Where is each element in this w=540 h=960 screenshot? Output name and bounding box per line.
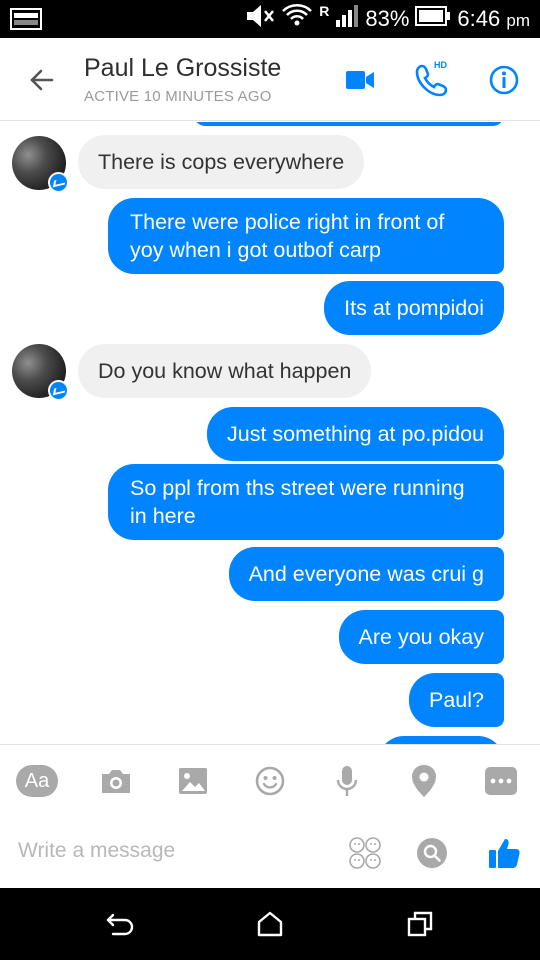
mute-icon bbox=[245, 3, 275, 35]
active-status: ACTIVE 10 MINUTES AGO bbox=[84, 88, 272, 105]
camera-icon bbox=[102, 770, 130, 793]
back-arrow-icon bbox=[106, 913, 134, 936]
more-dots-icon bbox=[485, 767, 517, 795]
message-text: Do you know what happen bbox=[98, 359, 352, 383]
message-bubble-incoming[interactable]: Do you know what happen bbox=[78, 344, 372, 398]
nav-home-button[interactable] bbox=[250, 906, 290, 942]
info-icon bbox=[489, 65, 519, 95]
nav-back-button[interactable] bbox=[100, 906, 140, 942]
message-bubble-clipped bbox=[194, 122, 504, 126]
location-button[interactable] bbox=[402, 761, 446, 801]
back-button[interactable] bbox=[22, 60, 62, 100]
status-bar: R 83% 6:46 pm bbox=[0, 0, 540, 38]
video-call-button[interactable] bbox=[340, 60, 380, 100]
text-tool-label: Aa bbox=[24, 769, 50, 792]
message-text: Are you okay bbox=[358, 625, 484, 649]
video-camera-icon bbox=[346, 71, 374, 89]
message-bubble-outgoing[interactable]: There were police right in front of yoy … bbox=[108, 198, 504, 274]
search-icon bbox=[417, 838, 447, 868]
conversation-header: Paul Le Grossiste ACTIVE 10 MINUTES AGO … bbox=[0, 38, 540, 121]
text-tool-button[interactable]: Aa bbox=[15, 761, 59, 801]
message-bubble-incoming[interactable]: There is cops everywhere bbox=[78, 135, 365, 189]
message-text-line: yoy when i got outbof carp bbox=[130, 238, 381, 262]
stickers-button[interactable] bbox=[345, 833, 385, 873]
messenger-badge-icon bbox=[48, 172, 69, 193]
contact-avatar[interactable] bbox=[12, 344, 69, 401]
message-thread[interactable]: There is cops everywhere There were poli… bbox=[0, 122, 540, 744]
wifi-icon bbox=[281, 3, 313, 35]
message-bubble-outgoing[interactable]: Paul? bbox=[409, 673, 504, 727]
like-button[interactable] bbox=[484, 833, 524, 873]
message-bubble-clipped bbox=[378, 736, 504, 744]
camera-button[interactable] bbox=[94, 761, 138, 801]
android-nav-bar bbox=[0, 888, 540, 960]
message-text: And everyone was crui g bbox=[248, 562, 484, 586]
message-bubble-outgoing[interactable]: Are you okay bbox=[338, 610, 504, 664]
voice-message-button[interactable] bbox=[325, 761, 369, 801]
more-options-button[interactable] bbox=[479, 761, 523, 801]
search-gif-button[interactable] bbox=[412, 833, 452, 873]
message-text: Paul? bbox=[429, 688, 484, 712]
recent-apps-icon bbox=[407, 911, 433, 937]
text-format-icon: Aa bbox=[16, 765, 58, 797]
nav-recents-button[interactable] bbox=[400, 906, 440, 942]
screenshot-notification-icon bbox=[10, 8, 42, 35]
thumbs-up-icon bbox=[489, 839, 520, 868]
home-icon bbox=[257, 911, 283, 937]
message-text: Its at pompidoi bbox=[344, 296, 484, 320]
smiley-icon bbox=[255, 766, 285, 796]
roaming-indicator: R bbox=[319, 3, 330, 19]
message-bubble-outgoing[interactable]: Just something at po.pidou bbox=[207, 407, 504, 461]
microphone-icon bbox=[336, 766, 358, 796]
image-icon bbox=[179, 768, 207, 794]
signal-icon bbox=[335, 4, 359, 34]
voice-call-button[interactable]: HD bbox=[412, 60, 452, 100]
contact-avatar[interactable] bbox=[12, 136, 69, 193]
message-bubble-outgoing[interactable]: Its at pompidoi bbox=[324, 281, 504, 335]
message-text: There is cops everywhere bbox=[98, 150, 345, 174]
messenger-badge-icon bbox=[48, 380, 69, 401]
message-bubble-outgoing[interactable]: So ppl from ths street were running in h… bbox=[108, 464, 504, 540]
arrow-left-icon bbox=[30, 69, 54, 91]
gallery-button[interactable] bbox=[171, 761, 215, 801]
clock: 6:46 pm bbox=[457, 6, 530, 31]
emoji-button[interactable] bbox=[248, 761, 292, 801]
message-bubble-outgoing[interactable]: And everyone was crui g bbox=[228, 547, 504, 601]
message-text: Just something at po.pidou bbox=[227, 422, 484, 446]
message-text-line: There were police right in front of bbox=[130, 210, 445, 234]
message-input[interactable]: Write a message bbox=[18, 839, 175, 863]
contact-name[interactable]: Paul Le Grossiste bbox=[84, 54, 281, 83]
battery-icon bbox=[415, 5, 451, 33]
battery-percentage: 83% bbox=[365, 6, 410, 31]
hd-badge: HD bbox=[434, 60, 447, 70]
conversation-info-button[interactable] bbox=[484, 60, 524, 100]
location-pin-icon bbox=[412, 765, 436, 797]
sticker-faces-icon bbox=[349, 837, 381, 869]
message-text-line: in here bbox=[130, 504, 196, 528]
composer: Aa Write a message bbox=[0, 744, 540, 888]
message-text-line: So ppl from ths street were running bbox=[130, 476, 465, 500]
